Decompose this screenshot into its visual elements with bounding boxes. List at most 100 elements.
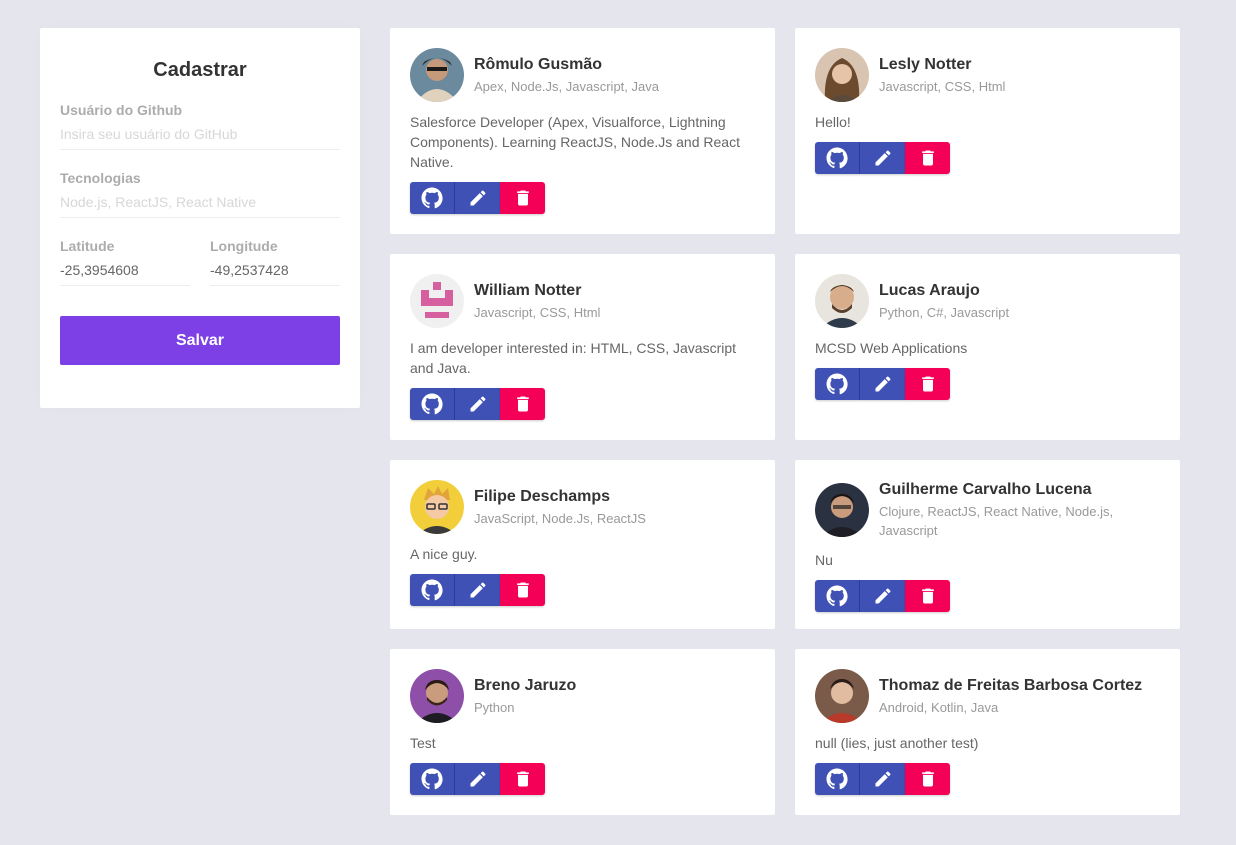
card-actions — [815, 368, 1160, 400]
user-info: Lesly Notter Javascript, CSS, Html — [879, 55, 1005, 96]
latitude-input[interactable] — [60, 254, 190, 286]
github-username-input[interactable] — [60, 118, 340, 150]
user-bio: A nice guy. — [410, 546, 478, 562]
github-icon — [825, 372, 849, 396]
save-button[interactable]: Salvar — [60, 316, 340, 365]
user-name: Rômulo Gusmão — [474, 55, 603, 73]
github-icon — [825, 146, 849, 170]
user-info: Lucas Araujo Python, C#, Javascript — [879, 281, 1009, 322]
edit-button[interactable] — [455, 763, 500, 795]
card-actions — [815, 142, 1160, 174]
card-actions — [815, 580, 1160, 612]
dev-card: Filipe Deschamps JavaScript, Node.Js, Re… — [390, 460, 775, 629]
user-name: Lesly Notter — [879, 55, 972, 73]
user-bio: MCSD Web Applications — [815, 340, 968, 356]
dev-card-header: Guilherme Carvalho Lucena Clojure, React… — [815, 480, 1160, 540]
dev-card-header: Thomaz de Freitas Barbosa Cortez Android… — [815, 669, 1160, 723]
user-bio: Hello! — [815, 114, 851, 130]
techs-input[interactable] — [60, 186, 340, 218]
user-techs: Javascript, CSS, Html — [474, 304, 601, 320]
user-bio: Salesforce Developer (Apex, Visualforce,… — [410, 114, 740, 170]
dev-card-header: Lucas Araujo Python, C#, Javascript — [815, 274, 1160, 328]
dev-card: Guilherme Carvalho Lucena Clojure, React… — [795, 460, 1180, 629]
user-bio: Nu — [815, 552, 833, 568]
user-info: Filipe Deschamps JavaScript, Node.Js, Re… — [474, 487, 646, 528]
user-techs: Apex, Node.Js, Javascript, Java — [474, 78, 659, 94]
avatar — [815, 48, 869, 102]
delete-button[interactable] — [500, 182, 545, 214]
trash-icon — [918, 148, 938, 168]
edit-button[interactable] — [455, 388, 500, 420]
delete-button[interactable] — [905, 763, 950, 795]
github-icon — [825, 767, 849, 791]
longitude-input[interactable] — [210, 254, 340, 286]
user-bio: null (lies, just another test) — [815, 735, 979, 751]
pencil-icon — [468, 769, 488, 789]
card-actions — [410, 182, 755, 214]
dev-card-header: Breno Jaruzo Python — [410, 669, 755, 723]
pencil-icon — [468, 188, 488, 208]
github-profile-button[interactable] — [815, 142, 860, 174]
user-techs: Python, C#, Javascript — [879, 304, 1010, 320]
delete-button[interactable] — [500, 763, 545, 795]
github-profile-button[interactable] — [815, 763, 860, 795]
github-icon — [420, 392, 444, 416]
github-profile-button[interactable] — [410, 388, 455, 420]
cartoon-avatar — [410, 480, 464, 534]
trash-icon — [513, 769, 533, 789]
delete-button[interactable] — [500, 574, 545, 606]
github-profile-button[interactable] — [410, 574, 455, 606]
user-techs: JavaScript, Node.Js, ReactJS — [474, 510, 646, 526]
edit-button[interactable] — [860, 142, 905, 174]
user-info: Rômulo Gusmão Apex, Node.Js, Javascript,… — [474, 55, 659, 96]
github-profile-button[interactable] — [410, 763, 455, 795]
dev-card: William Notter Javascript, CSS, Html I a… — [390, 254, 775, 440]
pencil-icon — [873, 374, 893, 394]
user-info: Thomaz de Freitas Barbosa Cortez Android… — [879, 676, 1142, 717]
github-icon — [825, 584, 849, 608]
user-bio: I am developer interested in: HTML, CSS,… — [410, 340, 737, 376]
register-form-panel: Cadastrar Usuário do Github Tecnologias … — [40, 28, 360, 408]
dev-card-header: Filipe Deschamps JavaScript, Node.Js, Re… — [410, 480, 755, 534]
edit-button[interactable] — [860, 580, 905, 612]
user-info: Guilherme Carvalho Lucena Clojure, React… — [879, 480, 1160, 540]
delete-button[interactable] — [905, 142, 950, 174]
edit-button[interactable] — [860, 763, 905, 795]
github-profile-button[interactable] — [815, 580, 860, 612]
user-bio: Test — [410, 735, 436, 751]
github-profile-button[interactable] — [410, 182, 455, 214]
delete-button[interactable] — [500, 388, 545, 420]
latitude-label: Latitude — [60, 238, 115, 254]
edit-button[interactable] — [455, 182, 500, 214]
edit-button[interactable] — [860, 368, 905, 400]
github-profile-button[interactable] — [815, 368, 860, 400]
github-username-label: Usuário do Github — [60, 102, 183, 118]
avatar — [815, 274, 869, 328]
user-techs: Clojure, ReactJS, React Native, Node.js,… — [879, 504, 1114, 538]
delete-button[interactable] — [905, 580, 950, 612]
user-name: Lucas Araujo — [879, 281, 980, 299]
user-name: Breno Jaruzo — [474, 676, 577, 694]
card-actions — [410, 388, 755, 420]
user-techs: Javascript, CSS, Html — [879, 78, 1006, 94]
trash-icon — [918, 374, 938, 394]
dev-card-header: Rômulo Gusmão Apex, Node.Js, Javascript,… — [410, 48, 755, 102]
avatar — [815, 483, 869, 537]
edit-button[interactable] — [455, 574, 500, 606]
delete-button[interactable] — [905, 368, 950, 400]
avatar — [815, 669, 869, 723]
pencil-icon — [468, 394, 488, 414]
pencil-icon — [873, 769, 893, 789]
trash-icon — [513, 394, 533, 414]
github-username-block: Usuário do Github — [60, 102, 340, 150]
user-info: Breno Jaruzo Python — [474, 676, 576, 717]
pencil-icon — [468, 580, 488, 600]
pencil-icon — [873, 586, 893, 606]
dev-card: Thomaz de Freitas Barbosa Cortez Android… — [795, 649, 1180, 815]
dev-card: Lucas Araujo Python, C#, Javascript MCSD… — [795, 254, 1180, 440]
form-title: Cadastrar — [153, 59, 247, 81]
identicon-avatar — [410, 274, 464, 328]
coordinates-group: Latitude Longitude — [60, 238, 340, 286]
trash-icon — [918, 586, 938, 606]
user-name: Thomaz de Freitas Barbosa Cortez — [879, 676, 1143, 694]
